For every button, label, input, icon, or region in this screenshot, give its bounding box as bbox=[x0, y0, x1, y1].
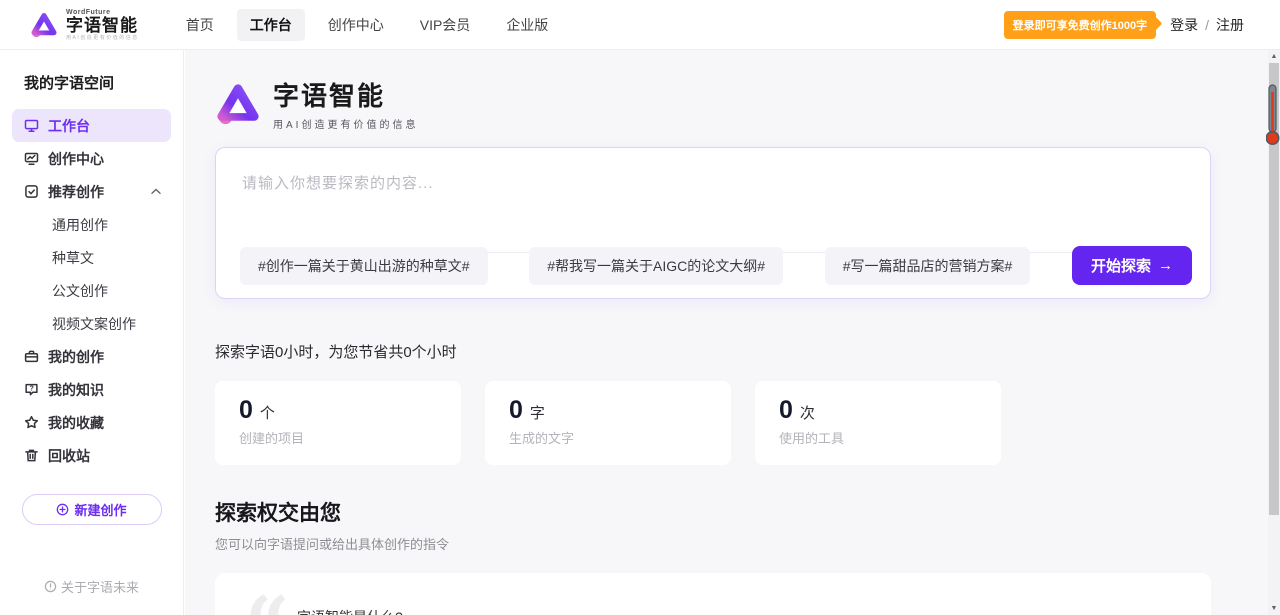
hero-brand-name: 字语智能 bbox=[273, 76, 418, 113]
monitor-chart-icon bbox=[24, 151, 39, 166]
register-link[interactable]: 注册 bbox=[1216, 15, 1244, 35]
prompt-examples-card: “ 字语智能是什么? 嘿，帮我创作一篇北京出游攻略 bbox=[215, 573, 1211, 615]
nav-item-vip[interactable]: VIP会员 bbox=[407, 9, 484, 41]
chevron-up-icon[interactable] bbox=[151, 188, 161, 195]
star-icon bbox=[24, 415, 39, 430]
nav-item-enterprise[interactable]: 企业版 bbox=[493, 9, 561, 41]
nav-item-creation-center[interactable]: 创作中心 bbox=[315, 9, 397, 41]
stat-card-projects: 0 个 创建的项目 bbox=[215, 381, 461, 465]
nav-item-home[interactable]: 首页 bbox=[173, 9, 227, 41]
stats-summary: 探索字语0小时，为您节省共0个小时 bbox=[215, 341, 1211, 362]
arrow-right-icon: → bbox=[1158, 257, 1173, 274]
brand-tagline-small: 用AI创造更有价值的信息 bbox=[66, 36, 139, 41]
sidebar-subitem-seeding[interactable]: 种草文 bbox=[12, 241, 171, 274]
login-link[interactable]: 登录 bbox=[1170, 15, 1198, 35]
briefcase-icon bbox=[24, 349, 39, 364]
stat-label: 创建的项目 bbox=[239, 428, 437, 447]
sidebar-subitem-video-copy[interactable]: 视频文案创作 bbox=[12, 307, 171, 340]
sidebar-subitem-official[interactable]: 公文创作 bbox=[12, 274, 171, 307]
stat-unit: 字 bbox=[530, 402, 545, 423]
monitor-icon bbox=[24, 118, 39, 133]
nav-item-workbench[interactable]: 工作台 bbox=[237, 9, 305, 41]
explore-section-title: 探索权交由您 bbox=[215, 497, 1211, 527]
explore-section-subtitle: 您可以向字语提问或给出具体创作的指令 bbox=[215, 534, 1211, 553]
sidebar-item-label: 我的收藏 bbox=[48, 413, 104, 433]
stat-unit: 个 bbox=[260, 402, 275, 423]
sidebar-item-label: 我的创作 bbox=[48, 347, 104, 367]
sidebar-subitem-general[interactable]: 通用创作 bbox=[12, 208, 171, 241]
svg-text:?: ? bbox=[30, 385, 34, 392]
stat-value: 0 bbox=[509, 396, 523, 425]
sidebar-item-favorites[interactable]: 我的收藏 bbox=[12, 406, 171, 439]
stat-unit: 次 bbox=[800, 402, 815, 423]
brand-triangle-icon bbox=[30, 11, 58, 39]
sidebar-item-label: 我的知识 bbox=[48, 380, 104, 400]
sidebar-item-my-knowledge[interactable]: ? 我的知识 bbox=[12, 373, 171, 406]
stat-card-tools: 0 次 使用的工具 bbox=[755, 381, 1001, 465]
search-card: #创作一篇关于黄山出游的种草文# #帮我写一篇关于AIGC的论文大纲# #写一篇… bbox=[215, 147, 1211, 299]
sidebar-item-recommended[interactable]: 推荐创作 bbox=[12, 175, 171, 208]
about-link[interactable]: 关于字语未来 bbox=[12, 577, 171, 596]
suggestion-chip-dessert[interactable]: #写一篇甜品店的营销方案# bbox=[825, 247, 1031, 285]
hero-triangle-icon bbox=[215, 81, 261, 127]
scrollbar-down-arrow-icon[interactable]: ▼ bbox=[1268, 602, 1280, 615]
suggestion-chip-aigc[interactable]: #帮我写一篇关于AIGC的论文大纲# bbox=[529, 247, 783, 285]
sidebar-item-label: 工作台 bbox=[48, 116, 90, 136]
stat-value: 0 bbox=[779, 396, 793, 425]
brand-word: WordFuture bbox=[66, 9, 139, 16]
search-input[interactable] bbox=[216, 148, 1210, 234]
brand-name: 字语智能 bbox=[66, 17, 139, 34]
hero-logo: 字语智能 用AI创造更有价值的信息 bbox=[215, 76, 1211, 131]
info-icon bbox=[44, 580, 57, 593]
sidebar-title: 我的字语空间 bbox=[24, 72, 171, 93]
sidebar-item-my-creations[interactable]: 我的创作 bbox=[12, 340, 171, 373]
explore-button-label: 开始探索 bbox=[1091, 255, 1151, 276]
quote-icon: “ bbox=[245, 587, 290, 615]
thermometer-icon bbox=[1266, 84, 1280, 148]
stats-row: 0 个 创建的项目 0 字 生成的文字 0 次 使用的工具 bbox=[215, 381, 1211, 465]
nav-right: 登录即可享免费创作1000字 登录 / 注册 bbox=[1004, 11, 1244, 39]
trash-icon bbox=[24, 448, 39, 463]
hero-brand-tagline: 用AI创造更有价值的信息 bbox=[273, 116, 418, 131]
main-content: 字语智能 用AI创造更有价值的信息 #创作一篇关于黄山出游的种草文# #帮我写一… bbox=[185, 50, 1280, 615]
sidebar-item-workbench[interactable]: 工作台 bbox=[12, 109, 171, 142]
explore-button[interactable]: 开始探索 → bbox=[1072, 246, 1192, 285]
plus-circle-icon bbox=[56, 503, 69, 516]
sidebar-item-recycle-bin[interactable]: 回收站 bbox=[12, 439, 171, 472]
new-creation-button[interactable]: 新建创作 bbox=[22, 494, 162, 525]
sidebar-item-creation-center[interactable]: 创作中心 bbox=[12, 142, 171, 175]
sidebar: 我的字语空间 工作台 创作中心 推荐创作 通用创作 种草文 公文创作 视频文案创… bbox=[0, 50, 184, 615]
suggestion-chip-row: #创作一篇关于黄山出游的种草文# #帮我写一篇关于AIGC的论文大纲# #写一篇… bbox=[240, 246, 1192, 285]
stat-card-words: 0 字 生成的文字 bbox=[485, 381, 731, 465]
auth-links: 登录 / 注册 bbox=[1170, 15, 1244, 35]
scrollbar-up-arrow-icon[interactable]: ▲ bbox=[1268, 50, 1280, 63]
suggestion-chip-huangshan[interactable]: #创作一篇关于黄山出游的种草文# bbox=[240, 247, 488, 285]
chat-question-icon: ? bbox=[24, 382, 39, 397]
stat-value: 0 bbox=[239, 396, 253, 425]
doc-check-icon bbox=[24, 184, 39, 199]
brand-logo[interactable]: WordFuture 字语智能 用AI创造更有价值的信息 bbox=[30, 9, 139, 41]
top-navbar: WordFuture 字语智能 用AI创造更有价值的信息 首页 工作台 创作中心… bbox=[0, 0, 1280, 50]
login-promo-badge[interactable]: 登录即可享免费创作1000字 bbox=[1004, 11, 1156, 39]
nav-menu: 首页 工作台 创作中心 VIP会员 企业版 bbox=[173, 9, 562, 41]
sidebar-item-label: 创作中心 bbox=[48, 149, 104, 169]
stat-label: 使用的工具 bbox=[779, 428, 977, 447]
prompt-example-left[interactable]: 字语智能是什么? bbox=[297, 607, 403, 615]
sidebar-item-label: 推荐创作 bbox=[48, 182, 104, 202]
about-label: 关于字语未来 bbox=[61, 577, 139, 596]
sidebar-item-label: 回收站 bbox=[48, 446, 90, 466]
auth-slash: / bbox=[1205, 17, 1209, 33]
new-creation-label: 新建创作 bbox=[74, 500, 126, 519]
stat-label: 生成的文字 bbox=[509, 428, 707, 447]
